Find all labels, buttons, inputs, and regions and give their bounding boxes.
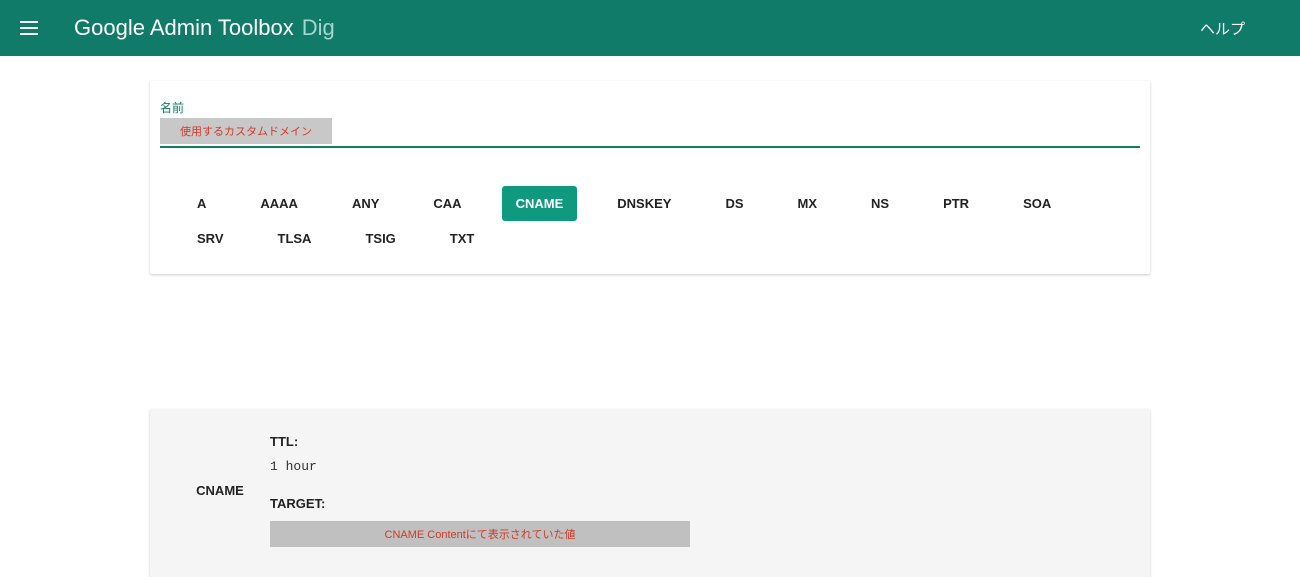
domain-input[interactable]: 使用するカスタムドメイン [160,118,1140,144]
app-header: Google Admin Toolbox Dig ヘルプ [0,0,1300,56]
record-type-mx[interactable]: MX [784,186,832,221]
help-link[interactable]: ヘルプ [1200,18,1245,39]
record-type-txt[interactable]: TXT [436,221,489,256]
record-type-srv[interactable]: SRV [183,221,238,256]
result-record-type: CNAME [170,434,270,547]
target-annotation-text: CNAME Contentにて表示されていた値 [385,529,576,541]
record-type-any[interactable]: ANY [338,186,393,221]
result-card: CNAME TTL: 1 hour TARGET: CNAME Contentに… [150,409,1150,577]
target-annotation-highlight: CNAME Contentにて表示されていた値 [270,521,690,547]
target-label: TARGET: [270,496,1130,511]
ttl-value: 1 hour [270,459,1130,474]
record-type-aaaa[interactable]: AAAA [246,186,312,221]
name-field-label: 名前 [160,99,1140,116]
app-subtitle: Dig [302,15,335,41]
ttl-label: TTL: [270,434,1130,449]
query-card: 名前 使用するカスタムドメイン AAAAAANYCAACNAMEDNSKEYDS… [150,81,1150,274]
hamburger-menu-icon[interactable] [20,16,44,40]
record-type-soa[interactable]: SOA [1009,186,1065,221]
record-type-ds[interactable]: DS [711,186,757,221]
record-type-a[interactable]: A [183,186,220,221]
app-title: Google Admin Toolbox [74,15,294,41]
record-type-list: AAAAAANYCAACNAMEDNSKEYDSMXNSPTRSOASRVTLS… [160,148,1140,274]
record-type-tsig[interactable]: TSIG [351,221,409,256]
main-content: 名前 使用するカスタムドメイン AAAAAANYCAACNAMEDNSKEYDS… [150,81,1150,577]
domain-annotation-highlight: 使用するカスタムドメイン [160,118,332,144]
record-type-cname[interactable]: CNAME [502,186,578,221]
domain-annotation-text: 使用するカスタムドメイン [180,126,312,138]
record-type-caa[interactable]: CAA [419,186,475,221]
record-type-dnskey[interactable]: DNSKEY [603,186,685,221]
record-type-tlsa[interactable]: TLSA [264,221,326,256]
record-type-ns[interactable]: NS [857,186,903,221]
record-type-ptr[interactable]: PTR [929,186,983,221]
